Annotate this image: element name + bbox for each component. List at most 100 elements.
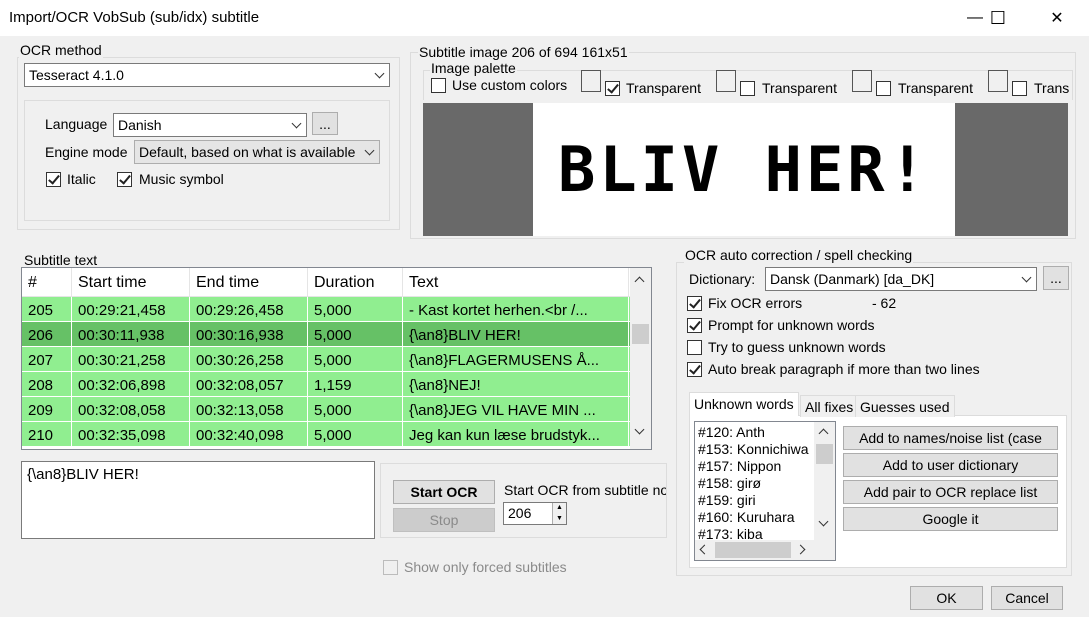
table-cell: - Kast kortet herhen.<br /... [403, 297, 629, 321]
list-hscroll-thumb[interactable] [715, 542, 791, 558]
list-item[interactable]: #160: Kuruhara [698, 509, 813, 526]
auto-correction-label: OCR auto correction / spell checking [684, 247, 914, 263]
list-item[interactable]: #158: girø [698, 475, 813, 492]
dictionary-value: Dansk (Danmark) [da_DK] [770, 271, 935, 287]
fix-ocr-errors-checkbox[interactable] [687, 296, 702, 311]
maximize-button[interactable]: ☐ [975, 0, 1021, 36]
start-from-label: Start OCR from subtitle no [504, 482, 666, 498]
palette-color-swatch-1[interactable] [581, 70, 601, 92]
engine-mode-value: Default, based on what is available [139, 144, 356, 160]
ok-button[interactable]: OK [910, 586, 983, 610]
unknown-words-list[interactable]: #120: Anth #153: Konnichiwa #157: Nippon #1… [694, 421, 836, 561]
list-scroll-thumb[interactable] [816, 444, 833, 464]
col-start-time[interactable]: Start time [72, 268, 190, 296]
table-row[interactable]: 209 00:32:08,058 00:32:13,058 5,000 {\an8}JE… [22, 397, 651, 422]
table-cell: 5,000 [308, 397, 403, 421]
google-it-button[interactable]: Google it [843, 507, 1058, 531]
table-cell: {\an8}NEJ! [403, 372, 629, 396]
stop-button[interactable]: Stop [393, 508, 495, 532]
auto-break-checkbox[interactable] [687, 362, 702, 377]
palette-color-swatch-3[interactable] [852, 70, 872, 92]
scroll-down-icon[interactable] [634, 424, 645, 435]
chevron-down-icon [371, 64, 387, 86]
guess-unknown-label: Try to guess unknown words [708, 339, 886, 355]
col-end-time[interactable]: End time [190, 268, 308, 296]
col-duration[interactable]: Duration [308, 268, 403, 296]
list-item[interactable]: #153: Konnichiwa [698, 441, 813, 458]
transparent-checkbox-1[interactable] [605, 81, 620, 96]
music-symbol-label: Music symbol [139, 171, 224, 187]
table-row[interactable]: 206 00:30:11,938 00:30:16,938 5,000 {\an8}BL… [22, 322, 651, 347]
prompt-unknown-checkbox[interactable] [687, 318, 702, 333]
scroll-down-icon[interactable] [818, 516, 829, 527]
table-cell: 5,000 [308, 297, 403, 321]
grid-vertical-scrollbar[interactable] [630, 268, 651, 449]
add-to-names-button[interactable]: Add to names/noise list (case [843, 426, 1058, 450]
col-text[interactable]: Text [403, 268, 629, 296]
use-custom-colors-label: Use custom colors [452, 77, 568, 93]
subtitle-grid[interactable]: # Start time End time Duration Text 205 0… [21, 267, 652, 450]
spinner-up-icon[interactable]: ▲ [552, 503, 566, 513]
table-cell: Jeg kan kun læse brudstyk... [403, 422, 629, 446]
engine-mode-label: Engine mode [45, 144, 128, 160]
table-row[interactable]: 208 00:32:06,898 00:32:08,057 1,159 {\an8}NE… [22, 372, 651, 397]
table-cell: 205 [22, 297, 72, 321]
dictionary-label: Dictionary: [689, 271, 756, 287]
cancel-button[interactable]: Cancel [991, 586, 1063, 610]
ocr-engine-select[interactable]: Tesseract 4.1.0 [24, 63, 390, 87]
chevron-down-icon [1018, 268, 1034, 290]
guess-unknown-checkbox[interactable] [687, 340, 702, 355]
col-number[interactable]: # [22, 268, 72, 296]
list-horizontal-scrollbar[interactable] [695, 540, 835, 560]
dictionary-more-button[interactable]: ... [1043, 266, 1069, 290]
scroll-up-icon[interactable] [634, 276, 645, 287]
italic-label: Italic [67, 171, 96, 187]
tab-all-fixes[interactable]: All fixes [800, 395, 859, 417]
table-row[interactable]: 210 00:32:35,098 00:32:40,098 5,000 Jeg kan … [22, 422, 651, 447]
table-cell: 207 [22, 347, 72, 371]
list-item[interactable]: #157: Nippon [698, 458, 813, 475]
add-ocr-replace-pair-button[interactable]: Add pair to OCR replace list [843, 480, 1058, 504]
ocr-method-label: OCR method [19, 42, 103, 58]
show-forced-checkbox[interactable] [383, 560, 398, 575]
language-value: Danish [118, 117, 162, 133]
engine-mode-select[interactable]: Default, based on what is available [134, 140, 380, 164]
window-title: Import/OCR VobSub (sub/idx) subtitle [9, 9, 260, 26]
start-from-spinner[interactable]: 206 ▲ ▼ [503, 502, 567, 525]
table-row[interactable]: 205 00:29:21,458 00:29:26,458 5,000- Kast k… [22, 297, 651, 322]
music-symbol-checkbox[interactable] [117, 172, 132, 187]
table-cell: {\an8}JEG VIL HAVE MIN ... [403, 397, 629, 421]
table-cell: 209 [22, 397, 72, 421]
palette-color-swatch-2[interactable] [716, 70, 736, 92]
start-ocr-button[interactable]: Start OCR [393, 480, 495, 504]
list-item[interactable]: #159: giri [698, 492, 813, 509]
tab-guesses-used[interactable]: Guesses used [855, 395, 955, 417]
scroll-left-icon[interactable] [699, 544, 710, 555]
palette-color-swatch-4[interactable] [988, 70, 1008, 92]
subtitle-bitmap: BLIV HER! [533, 103, 955, 236]
list-vertical-scrollbar[interactable] [814, 422, 835, 540]
scroll-up-icon[interactable] [818, 428, 829, 439]
spinner-down-icon[interactable]: ▼ [552, 513, 566, 524]
table-cell: {\an8}FLAGERMUSENS Å... [403, 347, 629, 371]
close-button[interactable]: ✕ [1034, 0, 1080, 36]
scroll-thumb[interactable] [632, 324, 649, 344]
subtitle-text-value: {\an8}BLIV HER! [27, 466, 139, 483]
tab-unknown-words[interactable]: Unknown words [689, 392, 799, 416]
language-select[interactable]: Danish [113, 113, 307, 137]
table-cell: 5,000 [308, 422, 403, 446]
add-to-user-dictionary-button[interactable]: Add to user dictionary [843, 453, 1058, 477]
use-custom-colors-checkbox[interactable] [431, 78, 446, 93]
transparent-checkbox-2[interactable] [740, 81, 755, 96]
table-row[interactable]: 207 00:30:21,258 00:30:26,258 5,000 {\an8}FL… [22, 347, 651, 372]
list-item[interactable]: #120: Anth [698, 424, 813, 441]
dictionary-select[interactable]: Dansk (Danmark) [da_DK] [765, 267, 1037, 291]
transparent-checkbox-3[interactable] [876, 81, 891, 96]
chevron-down-icon [361, 141, 377, 163]
table-cell: 208 [22, 372, 72, 396]
scroll-right-icon[interactable] [795, 544, 806, 555]
language-more-button[interactable]: ... [312, 112, 338, 135]
transparent-checkbox-4[interactable] [1012, 81, 1027, 96]
italic-checkbox[interactable] [46, 172, 61, 187]
subtitle-text-editor[interactable]: {\an8}BLIV HER! [21, 461, 375, 539]
